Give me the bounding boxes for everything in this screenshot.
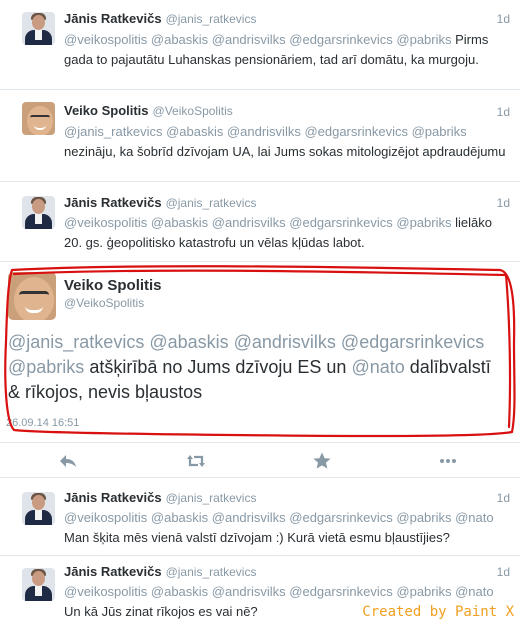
tweet-message: nezināju, ka šobrīd dzīvojam UA, lai Jum… <box>64 144 506 159</box>
author-name[interactable]: Veiko Spolitis <box>64 103 149 118</box>
tweet-text: @veikospolitis @abaskis @andrisvilks @ed… <box>64 508 510 548</box>
author-handle[interactable]: @VeikoSpolitis <box>153 104 233 118</box>
watermark: Created by Paint X <box>362 604 514 620</box>
tweet-mentions[interactable]: @veikospolitis @abaskis @andrisvilks @ed… <box>64 584 494 599</box>
tweet-text: @janis_ratkevics @abaskis @andrisvilks @… <box>8 330 520 405</box>
author-handle[interactable]: @janis_ratkevics <box>166 565 257 579</box>
favorite-icon[interactable] <box>312 451 332 471</box>
avatar[interactable] <box>22 568 55 601</box>
author-name[interactable]: Jānis Ratkevičs <box>64 195 162 210</box>
mention-link[interactable]: @nato <box>351 357 404 377</box>
tweet-text: @veikospolitis @abaskis @andrisvilks @ed… <box>64 30 510 70</box>
avatar[interactable] <box>22 102 55 135</box>
mention-link[interactable]: @pabriks <box>8 357 84 377</box>
tweet-item[interactable]: Jānis Ratkevičs @janis_ratkevics 1d @veik… <box>0 182 520 262</box>
author-handle[interactable]: @janis_ratkevics <box>166 12 257 26</box>
more-icon[interactable] <box>438 451 458 471</box>
tweet-message: Un kā Jūs zinat rīkojos es vai nē? <box>64 604 258 619</box>
expanded-tweet: Veiko Spolitis @VeikoSpolitis @janis_rat… <box>0 262 520 478</box>
author-handle[interactable]: @VeikoSpolitis <box>64 296 144 310</box>
author-name[interactable]: Jānis Ratkevičs <box>64 11 162 26</box>
tweet-mentions[interactable]: @veikospolitis @abaskis @andrisvilks @ed… <box>64 32 452 47</box>
tweet-mentions[interactable]: @janis_ratkevics @abaskis @andrisvilks @… <box>8 332 484 352</box>
author-name[interactable]: Jānis Ratkevičs <box>64 564 162 579</box>
author-handle[interactable]: @janis_ratkevics <box>166 491 257 505</box>
tweet-message: atšķirībā no Jums dzīvoju ES un <box>84 357 352 377</box>
tweet-mentions[interactable]: @veikospolitis @abaskis @andrisvilks @ed… <box>64 215 452 230</box>
tweet-item[interactable]: Veiko Spolitis @VeikoSpolitis 1d @janis_r… <box>0 90 520 182</box>
tweet-date: 26.09.14 16:51 <box>6 417 80 429</box>
tweet-time[interactable]: 1d <box>497 565 510 579</box>
author-name[interactable]: Veiko Spolitis <box>64 277 162 294</box>
tweet-mentions[interactable]: @janis_ratkevics @abaskis @andrisvilks @… <box>64 124 467 139</box>
tweet-text: @janis_ratkevics @abaskis @andrisvilks @… <box>64 122 510 162</box>
tweet-item[interactable]: Jānis Ratkevičs @janis_ratkevics 1d @veik… <box>0 478 520 556</box>
tweet-message: Man šķita mēs vienā valstī dzīvojam :) K… <box>64 530 450 545</box>
avatar[interactable] <box>22 196 55 229</box>
author-handle[interactable]: @janis_ratkevics <box>166 196 257 210</box>
reply-icon[interactable] <box>58 451 78 471</box>
tweet-item[interactable]: Jānis Ratkevičs @janis_ratkevics 1d @veik… <box>0 0 520 90</box>
tweet-text: @veikospolitis @abaskis @andrisvilks @ed… <box>64 213 510 253</box>
tweet-message: & rīkojos, nevis bļaustos <box>8 382 203 402</box>
avatar[interactable] <box>22 492 55 525</box>
tweet-mentions[interactable]: @veikospolitis @abaskis @andrisvilks @ed… <box>64 510 494 525</box>
tweet-time[interactable]: 1d <box>497 12 510 26</box>
avatar[interactable] <box>22 12 55 45</box>
tweet-time[interactable]: 1d <box>497 196 510 210</box>
avatar[interactable] <box>8 272 56 320</box>
tweet-message: dalībvalstī <box>404 357 491 377</box>
tweet-time[interactable]: 1d <box>497 105 510 119</box>
author-name[interactable]: Jānis Ratkevičs <box>64 490 162 505</box>
tweet-actions <box>0 442 520 478</box>
retweet-icon[interactable] <box>186 451 206 471</box>
tweet-time[interactable]: 1d <box>497 491 510 505</box>
